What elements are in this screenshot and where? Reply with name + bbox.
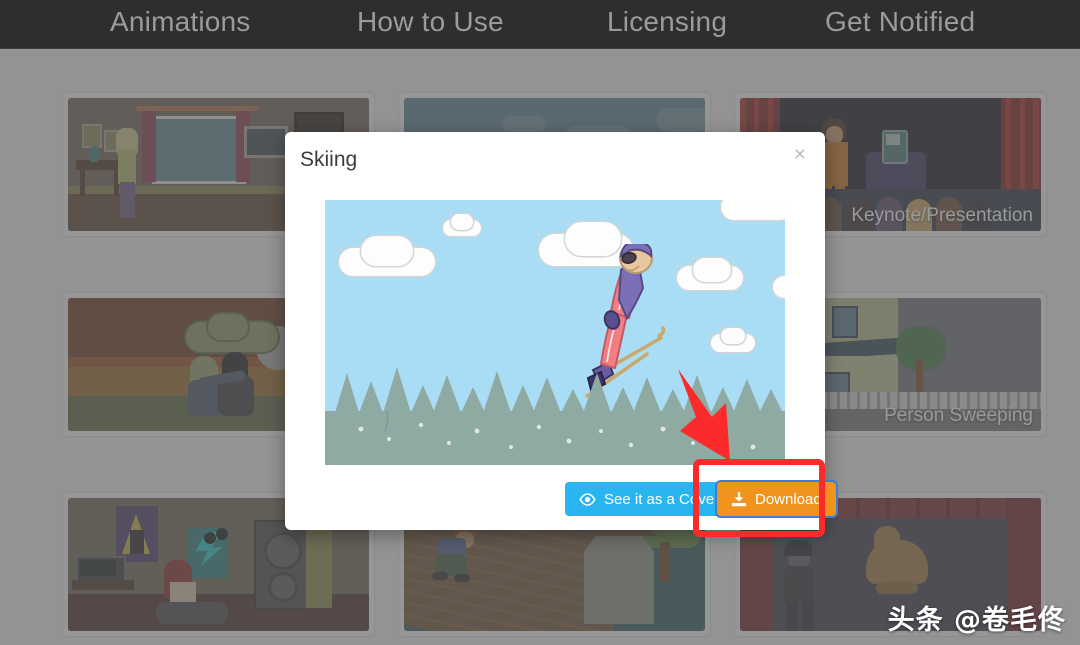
cloud-icon [773,276,785,298]
nav-item-licensing[interactable]: Licensing [607,6,727,38]
cloud-icon [451,214,473,230]
download-icon [731,491,747,506]
nav-item-animations[interactable]: Animations [110,6,251,38]
nav-item-how-to-use[interactable]: How to Use [357,6,504,38]
cloud-icon [721,328,745,344]
cloud-icon [361,236,413,266]
modal-footer: See it as a Cover Download [285,468,836,530]
eye-icon [579,492,596,506]
see-it-as-a-cover-label: See it as a Cover [604,490,720,508]
nav-item-get-notified[interactable]: Get Notified [825,6,975,38]
download-label: Download [755,490,822,508]
see-it-as-a-cover-button[interactable]: See it as a Cover [565,482,734,516]
close-icon[interactable]: × [788,143,812,166]
animation-preview-skiing[interactable] [325,200,785,465]
top-navigation-bar: Animations How to Use Licensing Get Noti… [0,0,1080,49]
skiing-preview-modal: Skiing × See it as a Cover Download [285,132,836,530]
pine-tree-line [325,367,785,465]
modal-title: Skiing [300,148,358,171]
cloud-icon [693,258,731,282]
page-root: Animations How to Use Licensing Get Noti… [0,0,1080,645]
cloud-icon [721,200,785,220]
download-button[interactable]: Download [717,482,836,516]
